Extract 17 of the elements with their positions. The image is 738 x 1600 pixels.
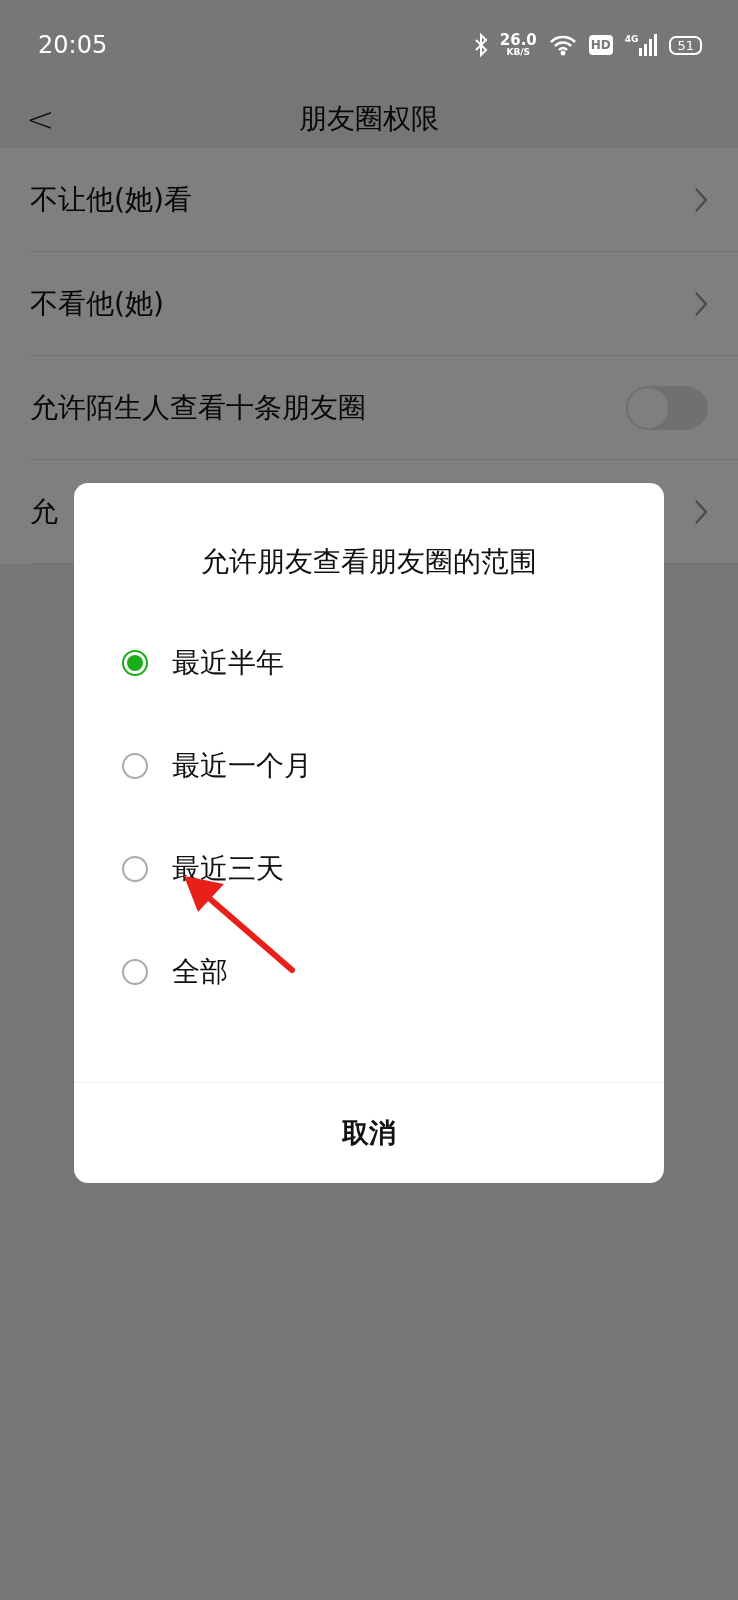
status-time: 20:05 bbox=[38, 31, 108, 59]
network-type: 4G bbox=[624, 34, 639, 44]
setting-label[interactable]: 允 bbox=[30, 492, 58, 531]
battery-level: 51 bbox=[669, 35, 702, 55]
speed-unit: KB/S bbox=[506, 48, 531, 57]
option-label[interactable]: 全部 bbox=[172, 952, 228, 991]
network-speed: 26.0 bbox=[499, 33, 537, 48]
dialog-title: 允许朋友查看朋友圈的范围 bbox=[200, 544, 538, 580]
page-title: 朋友圈权限 bbox=[299, 101, 439, 137]
hd-badge: HD bbox=[588, 35, 613, 55]
setting-label[interactable]: 不看他(她) bbox=[30, 284, 164, 323]
option-label[interactable]: 最近一个月 bbox=[172, 746, 312, 785]
setting-label[interactable]: 不让他(她)看 bbox=[30, 180, 192, 219]
cancel-button[interactable]: 取消 bbox=[322, 1107, 416, 1159]
setting-label[interactable]: 允许陌生人查看十条朋友圈 bbox=[30, 388, 366, 427]
back-button[interactable]: < bbox=[26, 99, 55, 139]
option-label[interactable]: 最近半年 bbox=[172, 643, 284, 682]
